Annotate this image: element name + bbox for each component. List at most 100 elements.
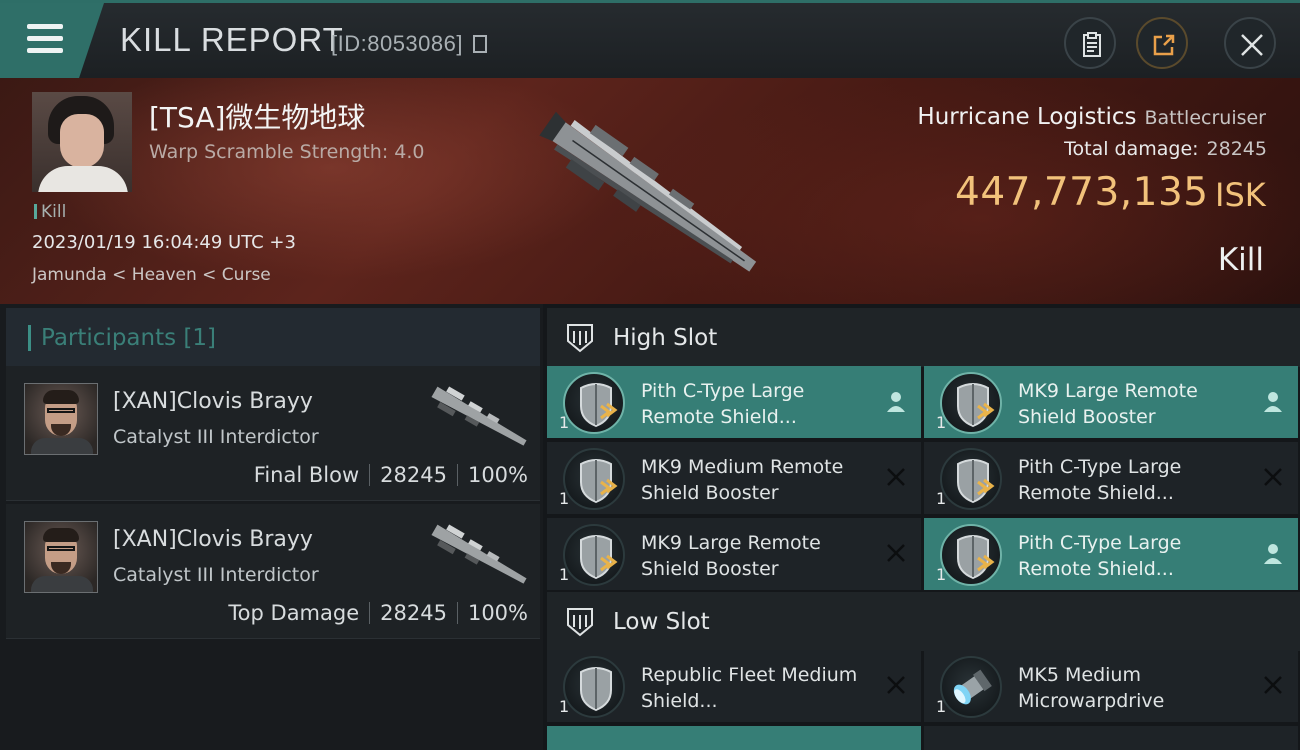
kill-datetime: 2023/01/19 16:04:49 UTC +3 xyxy=(32,232,296,253)
kill-id-label: [ID:8053086] xyxy=(331,31,463,56)
module-quantity: 1 xyxy=(936,565,947,584)
high-slot-icon xyxy=(567,324,593,353)
module-status[interactable] xyxy=(1262,390,1284,418)
participant-portrait[interactable] xyxy=(24,521,98,593)
participant-row[interactable]: [XAN]Clovis Brayy Catalyst III Interdict… xyxy=(6,504,540,639)
participants-panel: Participants [1] [XAN]Clovis Brayy Catal… xyxy=(0,304,543,750)
participants-header[interactable]: Participants [1] xyxy=(6,308,540,366)
module-icon-frame xyxy=(940,372,1002,434)
module-tile[interactable]: 1 Pith C-Type Large Remote Shield... xyxy=(547,366,921,438)
kill-id: [ID:8053086] xyxy=(331,31,487,57)
total-damage-value: 28245 xyxy=(1206,138,1267,160)
participant-damage: 28245 xyxy=(380,601,447,625)
module-tile[interactable]: 1 MK5 Medium Microwarpdrive xyxy=(924,650,1298,722)
ship-name-label: Hurricane Logistics xyxy=(917,104,1137,130)
participant-ship-image[interactable] xyxy=(424,516,536,594)
hamburger-icon-bar xyxy=(27,48,63,53)
participant-percent: 100% xyxy=(467,601,528,625)
module-tile-partial[interactable] xyxy=(547,726,921,750)
stats-divider xyxy=(369,602,371,624)
hamburger-icon-bar xyxy=(27,36,63,41)
module-icon-frame xyxy=(563,656,625,718)
module-status xyxy=(1262,466,1284,492)
participant-stats: Top Damage 28245 100% xyxy=(228,601,528,625)
clipboard-button[interactable] xyxy=(1064,17,1116,69)
module-quantity: 1 xyxy=(936,489,947,508)
destroyed-icon xyxy=(887,468,905,486)
module-tile[interactable]: 1 MK9 Large Remote Shield Booster xyxy=(547,518,921,590)
participant-portrait[interactable] xyxy=(24,383,98,455)
stats-divider xyxy=(456,602,458,624)
menu-button[interactable] xyxy=(0,3,104,78)
participant-role: Final Blow xyxy=(253,463,360,487)
pilot-icon xyxy=(1264,544,1282,564)
destroyed-icon xyxy=(887,676,905,694)
module-status xyxy=(885,674,907,700)
module-tile[interactable]: 1 Pith C-Type Large Remote Shield... xyxy=(924,518,1298,590)
header-bar: KILL REPORT [ID:8053086] xyxy=(0,0,1300,78)
low-slot-header: Low Slot xyxy=(547,592,1300,651)
shield-booster-icon xyxy=(580,535,618,580)
module-quantity: 1 xyxy=(936,697,947,716)
participant-name[interactable]: [XAN]Clovis Brayy xyxy=(113,389,313,414)
close-icon xyxy=(1241,34,1263,56)
module-quantity: 1 xyxy=(559,413,570,432)
page-title: KILL REPORT xyxy=(120,21,344,58)
module-name: MK9 Large Remote Shield Booster xyxy=(1018,380,1198,428)
total-damage: Total damage: 28245 xyxy=(1064,138,1267,160)
participant-name[interactable]: [XAN]Clovis Brayy xyxy=(113,527,313,552)
module-icon-frame xyxy=(940,524,1002,586)
close-button[interactable] xyxy=(1224,17,1276,69)
module-tile-partial[interactable] xyxy=(924,726,1298,750)
destroyed-icon xyxy=(887,544,905,562)
participant-ship-image[interactable] xyxy=(424,378,536,456)
module-tile[interactable]: 1 Pith C-Type Large Remote Shield... xyxy=(924,442,1298,514)
module-name: Republic Fleet Medium Shield... xyxy=(641,664,858,712)
module-name: Pith C-Type Large Remote Shield... xyxy=(1018,532,1182,580)
low-slot-label: Low Slot xyxy=(613,609,710,635)
portrait-glasses xyxy=(47,408,75,413)
victim-ship-image[interactable] xyxy=(525,92,785,302)
high-slot-header: High Slot xyxy=(547,308,1300,367)
shield-extender-icon xyxy=(580,667,612,712)
module-name: Pith C-Type Large Remote Shield... xyxy=(1018,456,1182,504)
portrait-hair xyxy=(43,390,79,404)
module-name: MK9 Large Remote Shield Booster xyxy=(641,532,821,580)
ship-class-label: Battlecruiser xyxy=(1144,107,1266,129)
module-icon-frame xyxy=(940,448,1002,510)
participant-row[interactable]: [XAN]Clovis Brayy Catalyst III Interdict… xyxy=(6,366,540,501)
portrait-glasses xyxy=(47,546,75,551)
kill-location[interactable]: Jamunda < Heaven < Curse xyxy=(32,265,271,285)
module-icon-frame xyxy=(563,524,625,586)
total-damage-label: Total damage: xyxy=(1064,138,1199,160)
high-slot-label: High Slot xyxy=(613,325,718,351)
copy-icon[interactable] xyxy=(472,35,487,53)
module-quantity: 1 xyxy=(559,565,570,584)
victim-avatar[interactable] xyxy=(32,92,132,192)
low-slot-icon xyxy=(567,608,593,637)
victim-name[interactable]: [TSA]微生物地球 xyxy=(149,96,365,136)
module-tile[interactable]: 1 Republic Fleet Medium Shield... xyxy=(547,650,921,722)
module-icon-frame xyxy=(563,448,625,510)
module-status[interactable] xyxy=(1262,542,1284,570)
portrait-torso xyxy=(31,438,93,454)
kill-result: Kill xyxy=(1217,242,1264,278)
destroyed-icon xyxy=(1264,676,1282,694)
module-icon-frame xyxy=(940,656,1002,718)
module-status xyxy=(1262,674,1284,700)
export-icon xyxy=(1153,34,1175,56)
participant-role: Top Damage xyxy=(228,601,360,625)
module-status xyxy=(885,466,907,492)
shield-booster-icon xyxy=(957,459,995,504)
export-button[interactable] xyxy=(1136,17,1188,69)
victim-ship-name[interactable]: Hurricane Logistics Battlecruiser xyxy=(917,104,1266,130)
fitting-panel: High Slot 1 Pith C-Type Large Remote Shie… xyxy=(543,304,1300,750)
stats-divider xyxy=(369,464,371,486)
module-status[interactable] xyxy=(885,390,907,418)
module-tile[interactable]: 1 MK9 Large Remote Shield Booster xyxy=(924,366,1298,438)
clipboard-icon xyxy=(1083,32,1101,57)
microwarpdrive-icon xyxy=(953,669,992,705)
isk-unit: ISK xyxy=(1215,176,1266,214)
module-tile[interactable]: 1 MK9 Medium Remote Shield Booster xyxy=(547,442,921,514)
avatar-body xyxy=(38,166,128,192)
